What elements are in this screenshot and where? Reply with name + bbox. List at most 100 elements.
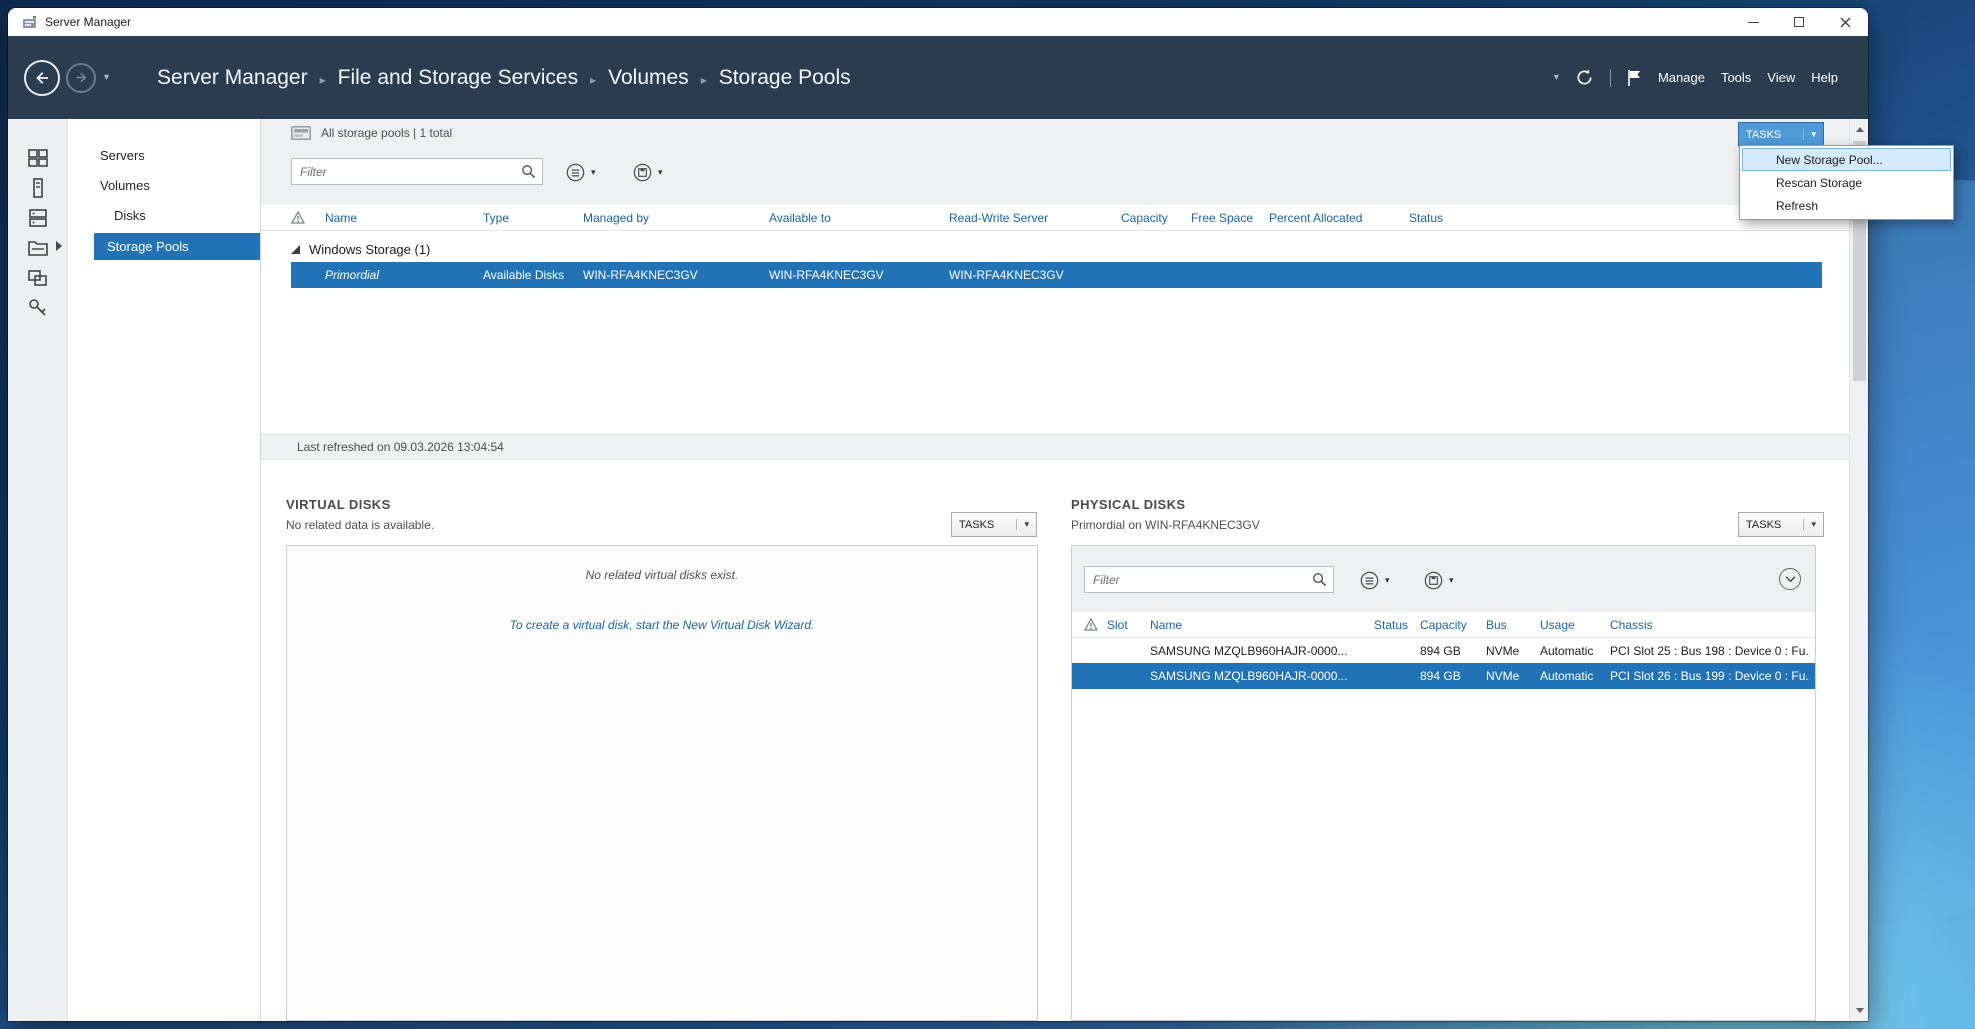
sidebar-item-volumes[interactable]: Volumes <box>68 171 260 201</box>
breadcrumb: Server Manager ▸ File and Storage Servic… <box>157 66 851 90</box>
new-virtual-disk-wizard-link[interactable]: To create a virtual disk, start the New … <box>287 618 1037 632</box>
column-capacity[interactable]: Capacity <box>1420 618 1486 632</box>
column-name[interactable]: Name <box>1150 618 1374 632</box>
caret-down-icon: ▾ <box>1449 575 1454 586</box>
titlebar[interactable]: Server Manager <box>8 8 1868 36</box>
column-slot[interactable]: Slot <box>1107 618 1150 632</box>
breadcrumb-file-storage-services[interactable]: File and Storage Services <box>338 66 578 90</box>
dashboard-icon[interactable] <box>25 145 51 171</box>
column-bus[interactable]: Bus <box>1486 618 1540 632</box>
storage-pools-tasks-button[interactable]: TASKS ▾ <box>1738 122 1824 147</box>
tasks-button-label: TASKS <box>959 519 994 531</box>
scroll-down-button[interactable] <box>1850 1002 1868 1019</box>
physical-disks-tasks-button[interactable]: TASKS ▾ <box>1738 512 1824 537</box>
cell-bus: NVMe <box>1486 669 1540 683</box>
caret-down-icon: ▾ <box>1016 519 1029 530</box>
server-manager-window: Server Manager ▾ Server Manager ▸ File <box>8 8 1868 1021</box>
table-row-primordial[interactable]: Primordial Available Disks WIN-RFA4KNEC3… <box>291 262 1822 288</box>
refresh-options-caret-icon[interactable]: ▾ <box>1554 72 1559 83</box>
virtual-disks-subtitle: No related data is available. <box>286 518 434 532</box>
breadcrumb-server-manager[interactable]: Server Manager <box>157 66 308 90</box>
group-label: Windows Storage (1) <box>309 242 430 257</box>
storage-pools-filter-input[interactable] <box>291 158 543 185</box>
column-percent-allocated[interactable]: Percent Allocated <box>1269 211 1409 225</box>
group-row-windows-storage[interactable]: Windows Storage (1) <box>291 237 430 262</box>
tools-key-icon[interactable] <box>25 295 51 321</box>
server-manager-app-icon <box>22 15 37 30</box>
vertical-scrollbar[interactable] <box>1849 119 1868 1021</box>
main-content: All storage pools | 1 total TASKS ▾ ▾ ▾ <box>261 119 1849 1021</box>
sidebar-item-storage-pools[interactable]: Storage Pools <box>94 233 260 260</box>
filter-criteria-dropdown[interactable]: ▾ <box>566 163 596 182</box>
menu-help[interactable]: Help <box>1811 70 1838 85</box>
nav-history-dropdown[interactable]: ▾ <box>104 72 109 83</box>
window-controls <box>1730 8 1868 36</box>
column-status[interactable]: Status <box>1409 211 1519 225</box>
cell-name: SAMSUNG MZQLB960HAJR-0000... <box>1150 644 1374 658</box>
cell-name: Primordial <box>325 268 483 282</box>
physical-disks-filter-input[interactable] <box>1084 566 1334 593</box>
filter-criteria-dropdown[interactable]: ▾ <box>1360 571 1390 590</box>
physical-disks-table-header[interactable]: Slot Name Status Capacity Bus Usage Chas… <box>1072 612 1815 638</box>
column-name[interactable]: Name <box>325 211 483 225</box>
desktop-wallpaper: Server Manager ▾ Server Manager ▸ File <box>0 0 1975 1029</box>
save-filter-dropdown[interactable]: ▾ <box>1424 571 1454 590</box>
back-button[interactable] <box>24 60 60 96</box>
column-type[interactable]: Type <box>483 211 583 225</box>
section-expand-arrow-icon[interactable] <box>56 241 62 251</box>
column-free-space[interactable]: Free Space <box>1191 211 1269 225</box>
notifications-button[interactable] <box>1627 69 1642 87</box>
sidebar-item-disks[interactable]: Disks <box>68 201 260 231</box>
column-usage[interactable]: Usage <box>1540 618 1610 632</box>
local-server-icon[interactable] <box>25 175 51 201</box>
scroll-up-button[interactable] <box>1850 121 1868 138</box>
breadcrumb-volumes[interactable]: Volumes <box>608 66 689 90</box>
cell-read-write-server: WIN-RFA4KNEC3GV <box>949 268 1121 282</box>
column-available-to[interactable]: Available to <box>769 211 949 225</box>
breadcrumb-separator-icon: ▸ <box>590 73 596 87</box>
minimize-button[interactable] <box>1730 8 1776 36</box>
column-read-write-server[interactable]: Read-Write Server <box>949 211 1121 225</box>
column-status[interactable]: Status <box>1374 618 1420 632</box>
save-icon <box>1424 571 1443 590</box>
app-header: ▾ Server Manager ▸ File and Storage Serv… <box>8 36 1868 119</box>
virtual-disks-panel: No related virtual disks exist. To creat… <box>286 545 1038 1021</box>
menu-manage[interactable]: Manage <box>1658 70 1705 85</box>
menu-view[interactable]: View <box>1767 70 1795 85</box>
forward-button[interactable] <box>66 63 96 93</box>
all-servers-icon[interactable] <box>25 205 51 231</box>
file-storage-services-icon[interactable] <box>25 235 51 261</box>
menu-item-rescan-storage[interactable]: Rescan Storage <box>1742 171 1951 194</box>
scroll-down-icon <box>1856 1008 1864 1013</box>
collapse-panel-button[interactable] <box>1779 568 1801 590</box>
flag-icon <box>1627 69 1642 87</box>
menu-item-refresh[interactable]: Refresh <box>1742 194 1951 217</box>
scroll-up-icon <box>1856 127 1864 132</box>
table-row-disk-1[interactable]: SAMSUNG MZQLB960HAJR-0000... 894 GB NVMe… <box>1072 638 1815 663</box>
column-chassis[interactable]: Chassis <box>1610 618 1810 632</box>
menu-tools[interactable]: Tools <box>1721 70 1751 85</box>
table-row-disk-2[interactable]: SAMSUNG MZQLB960HAJR-0000... 894 GB NVMe… <box>1072 663 1815 689</box>
breadcrumb-separator-icon: ▸ <box>320 73 326 87</box>
sidebar-item-servers[interactable]: Servers <box>68 141 260 171</box>
column-capacity[interactable]: Capacity <box>1121 211 1191 225</box>
alert-column-icon <box>1084 618 1107 631</box>
last-refreshed-bar: Last refreshed on 09.03.2026 13:04:54 <box>261 434 1849 460</box>
close-button[interactable] <box>1822 8 1868 36</box>
breadcrumb-storage-pools[interactable]: Storage Pools <box>719 66 851 90</box>
sidebar: Servers Volumes Disks Storage Pools <box>68 119 261 1021</box>
services-panes-icon[interactable] <box>25 265 51 291</box>
virtual-disks-tasks-button[interactable]: TASKS ▾ <box>951 512 1037 537</box>
save-filter-dropdown[interactable]: ▾ <box>633 163 663 182</box>
column-managed-by[interactable]: Managed by <box>583 211 769 225</box>
refresh-button[interactable] <box>1575 68 1594 87</box>
maximize-button[interactable] <box>1776 8 1822 36</box>
tasks-button-label: TASKS <box>1746 519 1781 531</box>
storage-pools-table-header[interactable]: Name Type Managed by Available to Read-W… <box>261 205 1849 231</box>
cell-chassis: PCI Slot 25 : Bus 198 : Device 0 : Fu... <box>1610 644 1810 658</box>
caret-down-icon: ▾ <box>1385 575 1390 586</box>
cell-type: Available Disks <box>483 268 583 282</box>
cell-usage: Automatic <box>1540 669 1610 683</box>
last-refreshed-label: Last refreshed on 09.03.2026 13:04:54 <box>297 440 504 454</box>
menu-item-new-storage-pool[interactable]: New Storage Pool... <box>1742 148 1951 171</box>
